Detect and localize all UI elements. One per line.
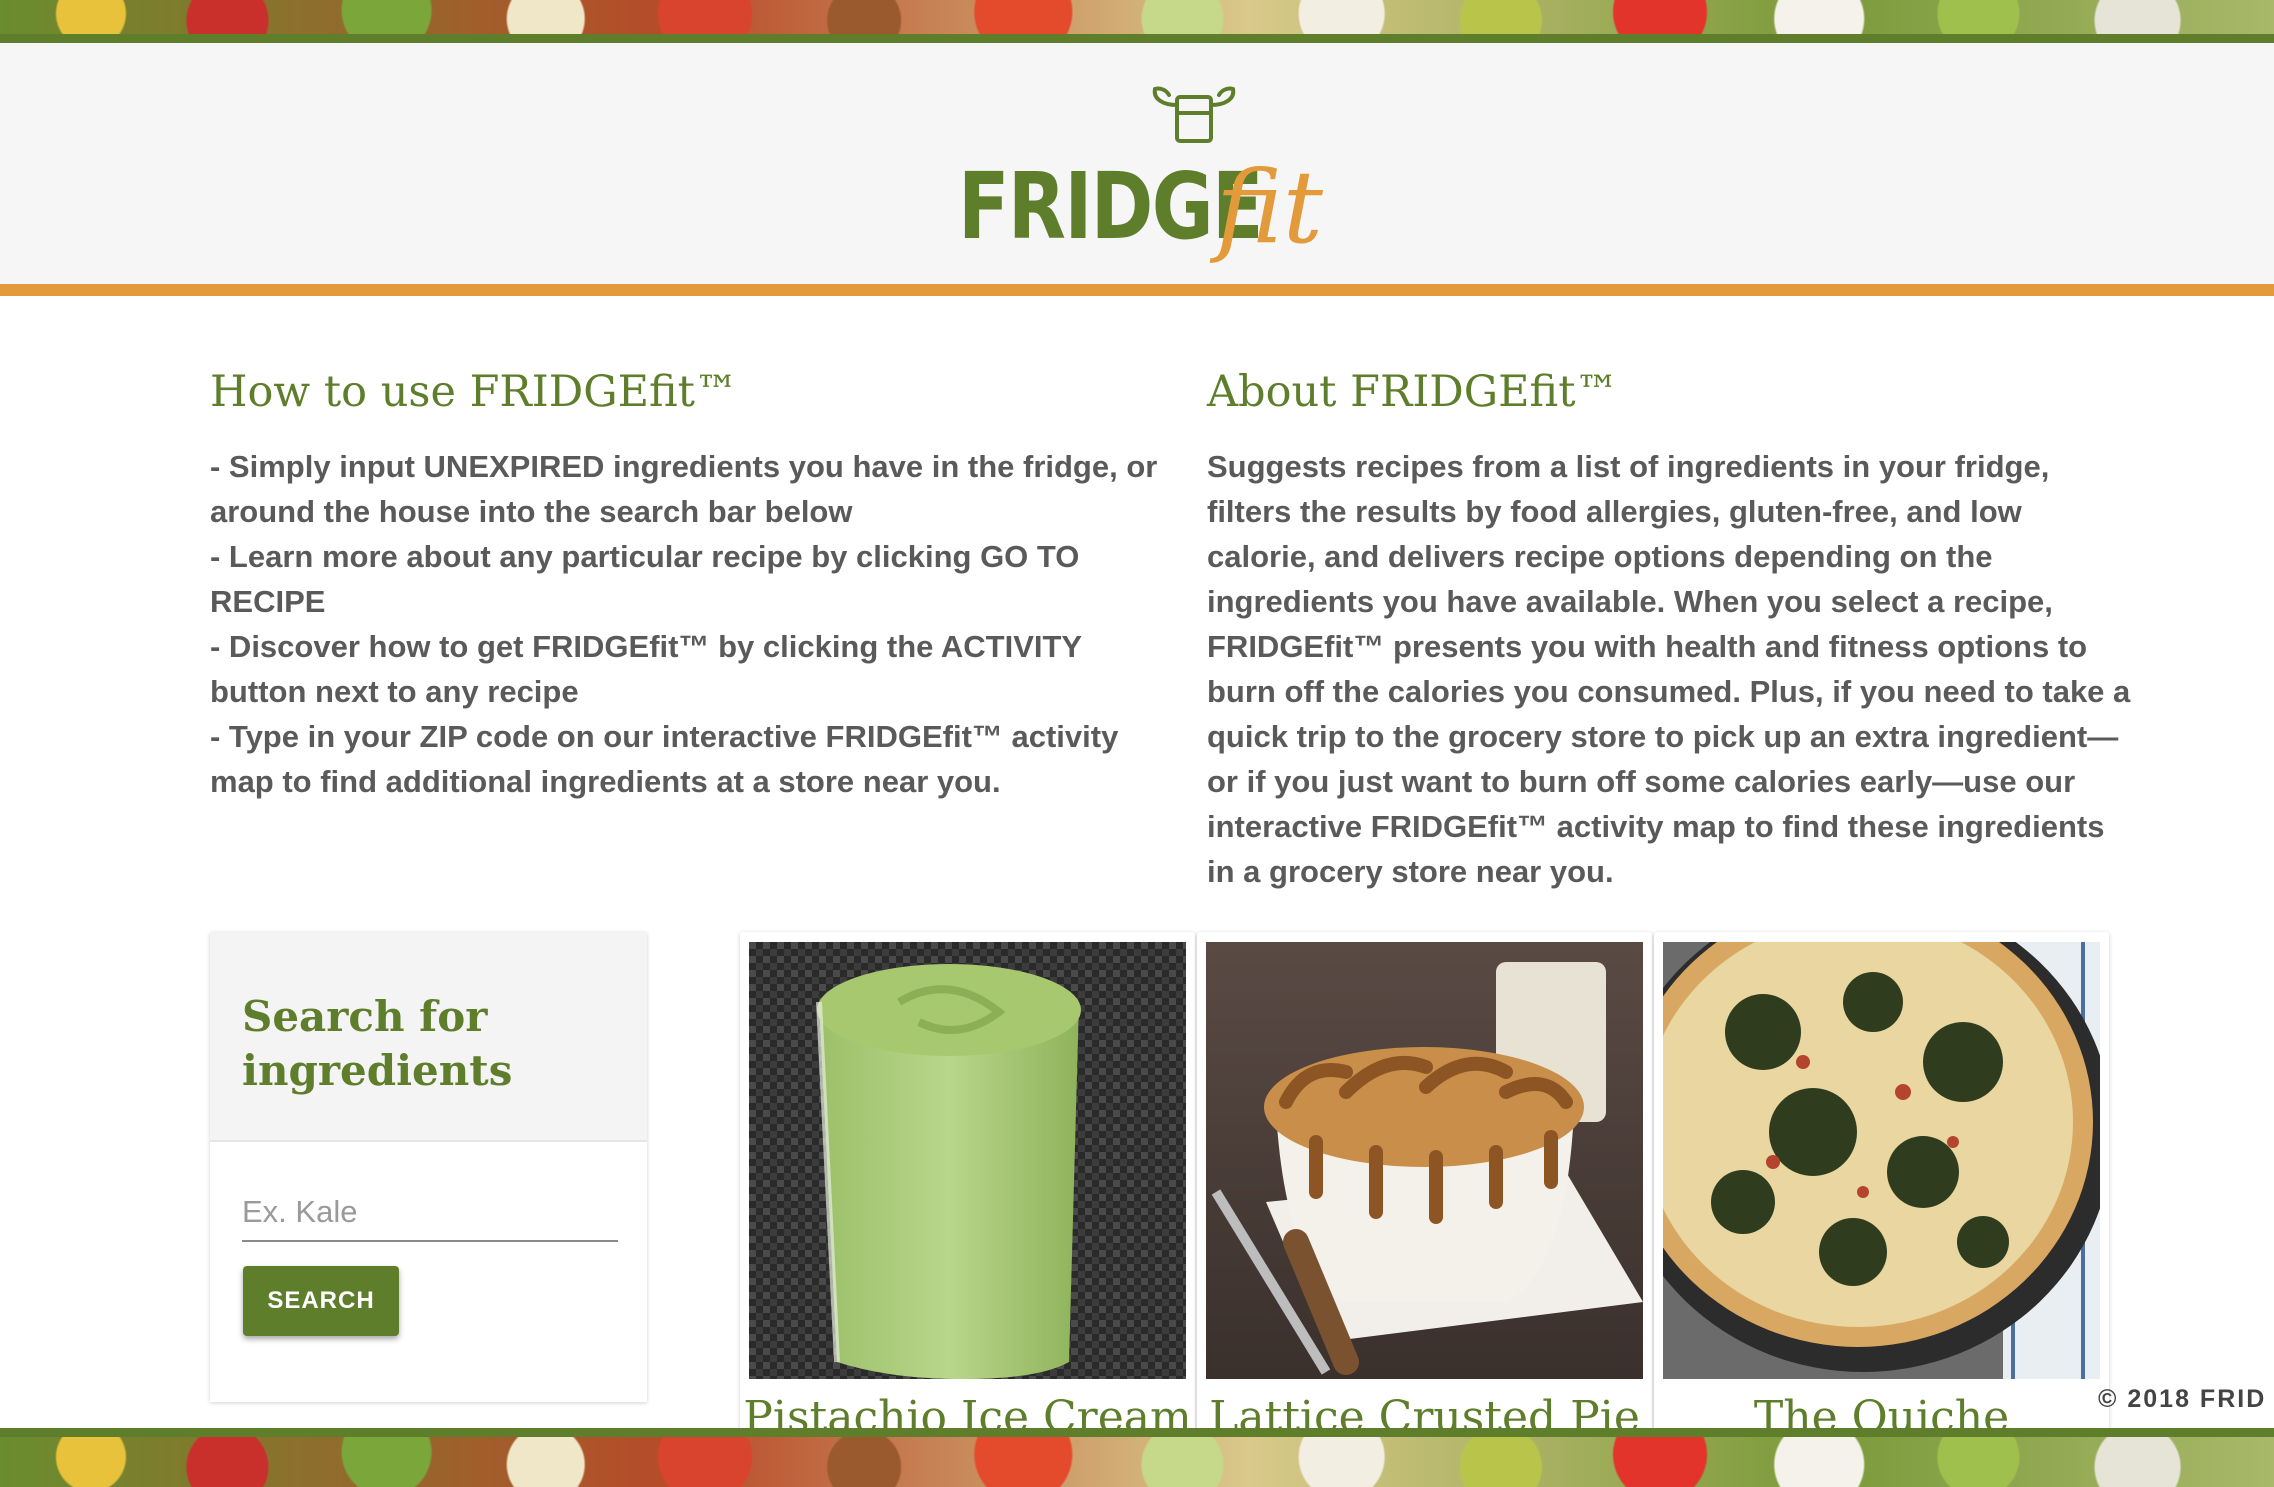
about-title: About FRIDGEfit™ [1207,367,1619,417]
search-button[interactable]: SEARCH [243,1266,399,1336]
recipe-card[interactable]: Lattice Crusted Pie [1197,932,1652,1452]
recipe-card[interactable]: Pistachio Ice Cream [740,932,1195,1452]
top-food-banner [0,0,2274,43]
ingredient-search-input[interactable] [242,1184,618,1242]
search-card-header: Search for ingredients [210,932,647,1142]
search-card-title: Search for ingredients [242,992,513,1095]
bottom-food-banner [0,1428,2274,1487]
logo-text-fit: fit [1216,149,1323,266]
how-to-line: - Learn more about any particular recipe… [210,539,1080,619]
about-text: Suggests recipes from a list of ingredie… [1207,449,2131,889]
recipe-card[interactable]: The Quiche [1654,932,2109,1452]
how-to-instructions: - Simply input UNEXPIRED ingredients you… [210,444,1160,804]
how-to-title: How to use FRIDGEfit™ [210,367,738,417]
recipe-image-smoothie[interactable] [749,942,1186,1379]
copyright-text: © 2018 FRID [2098,1385,2267,1413]
site-header: FRIDGE fit [0,43,2274,296]
how-to-line: - Discover how to get FRIDGEfit™ by clic… [210,629,1082,709]
recipe-image-quiche[interactable] [1663,942,2100,1379]
fridge-flexing-icon [1152,86,1236,143]
search-card: Search for ingredients SEARCH [210,932,647,1402]
how-to-line: - Simply input UNEXPIRED ingredients you… [210,449,1158,529]
about-section: About FRIDGEfit™ Suggests recipes from a… [1207,362,2137,894]
how-to-line: - Type in your ZIP code on our interacti… [210,719,1119,799]
fridgefit-logo[interactable]: FRIDGE fit [950,85,1350,285]
how-to-section: How to use FRIDGEfit™ - Simply input UNE… [210,362,1160,804]
recipe-image-pot-pie[interactable] [1206,942,1643,1379]
